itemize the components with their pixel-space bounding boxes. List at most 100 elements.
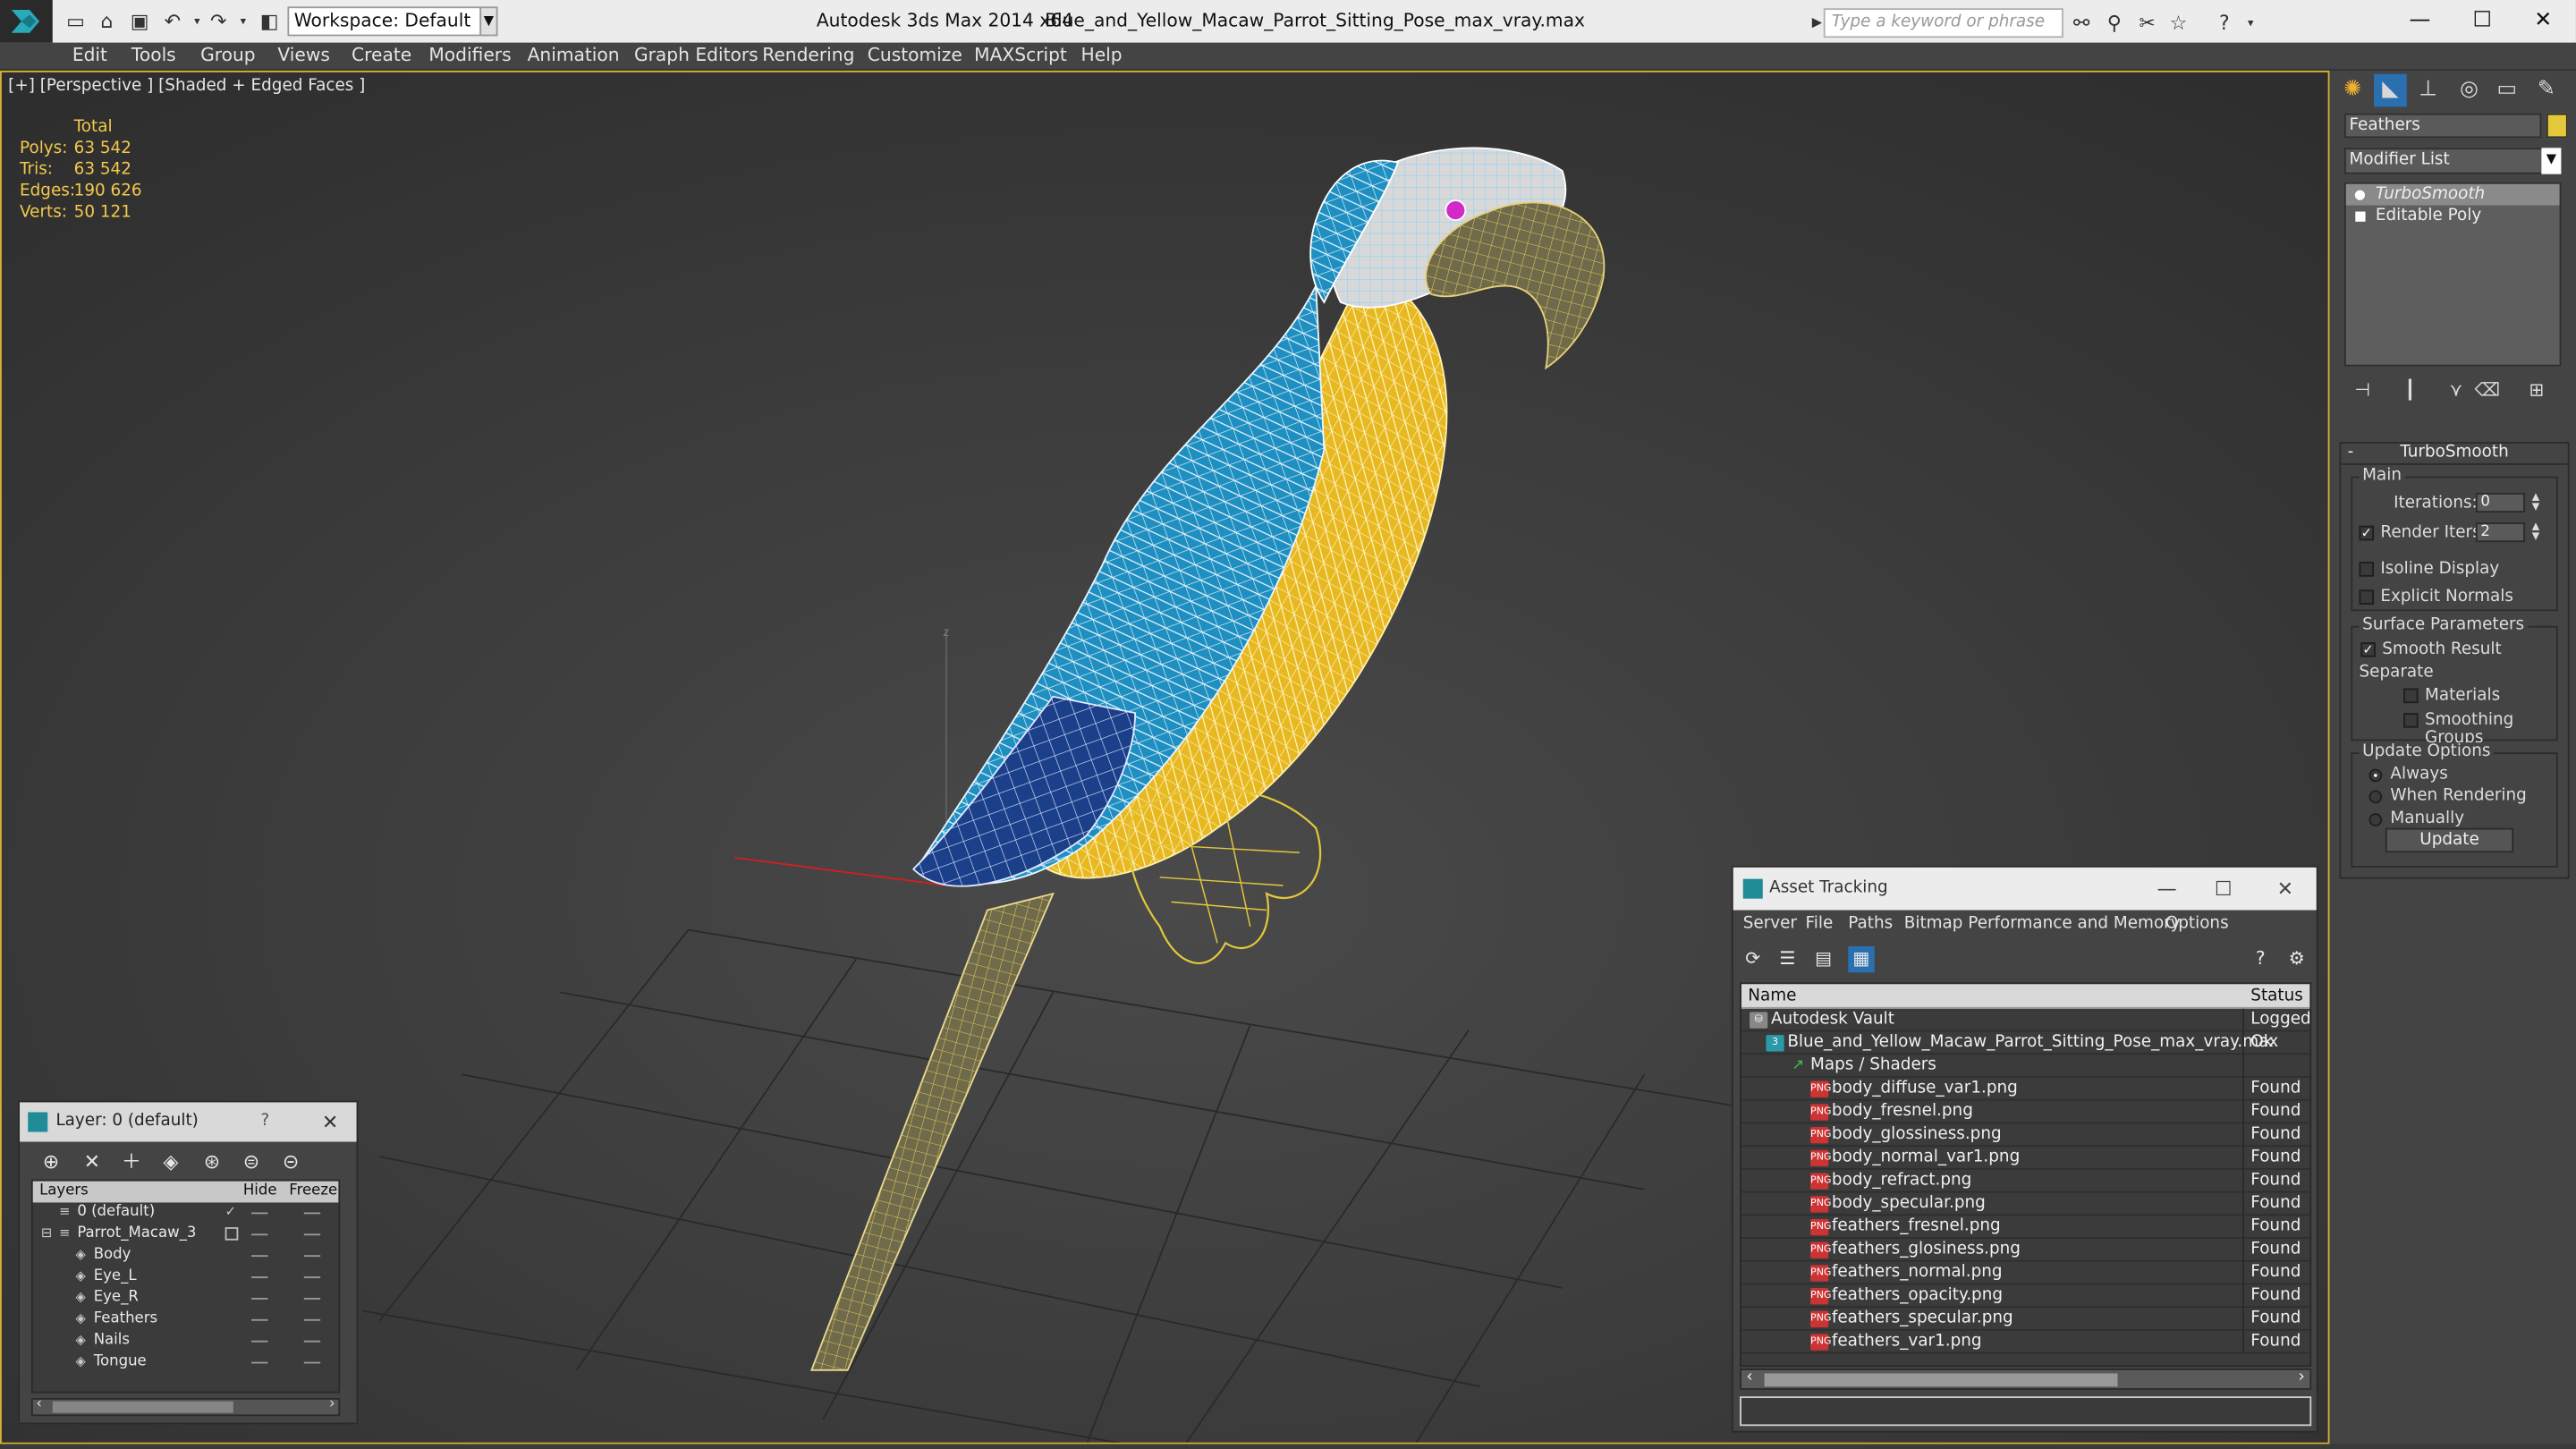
smooth-result-checkbox[interactable]: ✓: [2360, 642, 2376, 657]
display-tab-icon[interactable]: ▭: [2490, 74, 2523, 107]
menu-customize[interactable]: Customize: [868, 45, 962, 66]
maximize-button[interactable]: ☐: [2215, 868, 2233, 911]
hide-toggle[interactable]: [251, 1233, 268, 1236]
binoculars-icon[interactable]: ⚯: [2068, 8, 2094, 38]
menu-edit[interactable]: Edit: [72, 45, 107, 66]
layer-hscrollbar[interactable]: ‹ ›: [30, 1396, 341, 1417]
scroll-thumb[interactable]: [1764, 1373, 2118, 1387]
utilities-tab-icon[interactable]: ✎: [2530, 74, 2563, 107]
viewport-label[interactable]: [+] [Perspective ] [Shaded + Edged Faces…: [8, 77, 365, 95]
always-radio[interactable]: [2368, 768, 2383, 783]
hide-toggle[interactable]: [251, 1318, 268, 1321]
hide-toggle[interactable]: [251, 1361, 268, 1364]
set-active-box-icon[interactable]: [225, 1227, 239, 1241]
expand-icon[interactable]: ⊟: [41, 1226, 55, 1241]
freeze-toggle[interactable]: [303, 1340, 321, 1343]
layer-row[interactable]: ◈ Body: [33, 1245, 339, 1267]
hide-toggle[interactable]: [251, 1212, 268, 1215]
asset-window-titlebar[interactable]: Asset Tracking — ☐ ✕: [1733, 867, 2317, 911]
render-iters-checkbox[interactable]: ✓: [2359, 525, 2375, 541]
hide-all-icon[interactable]: ⊜: [238, 1148, 264, 1174]
list-view-icon[interactable]: ☰: [1775, 946, 1801, 972]
isoline-display-checkbox[interactable]: [2359, 562, 2375, 577]
freeze-toggle[interactable]: [303, 1318, 321, 1321]
asset-path-field[interactable]: [1740, 1396, 2312, 1427]
undo-icon[interactable]: ↶: [161, 10, 184, 33]
select-layer-icon[interactable]: ⊛: [199, 1148, 225, 1174]
show-end-result-icon[interactable]: ┃: [2397, 379, 2423, 402]
help-icon[interactable]: ?: [2248, 946, 2274, 972]
redo-dropdown-icon[interactable]: ▾: [232, 10, 255, 33]
asset-menu-file[interactable]: File: [1806, 915, 1834, 933]
layer-row[interactable]: ◈ Eye_R: [33, 1288, 339, 1309]
layer-window-titlebar[interactable]: Layer: 0 (default) ? ✕: [20, 1102, 357, 1142]
asset-hscrollbar[interactable]: ‹ ›: [1740, 1368, 2312, 1390]
freeze-toggle[interactable]: [303, 1233, 321, 1236]
active-layer-icon[interactable]: ✓: [225, 1205, 239, 1219]
create-layer-icon[interactable]: ⊕: [38, 1148, 64, 1174]
lightbulb-icon[interactable]: ●: [2354, 187, 2368, 202]
asset-menu-options[interactable]: Options: [2165, 915, 2229, 933]
asset-row[interactable]: PNG feathers_specular.png Found: [1741, 1308, 2310, 1331]
materials-checkbox[interactable]: [2403, 688, 2419, 704]
hide-toggle[interactable]: [251, 1255, 268, 1258]
asset-row[interactable]: PNG body_glossiness.png Found: [1741, 1123, 2310, 1148]
asset-menu-server[interactable]: Server: [1743, 915, 1797, 933]
motion-tab-icon[interactable]: ◎: [2453, 74, 2486, 107]
close-button[interactable]: ✕: [2277, 868, 2293, 911]
undo-dropdown-icon[interactable]: ▾: [186, 10, 209, 33]
freeze-toggle[interactable]: [303, 1297, 321, 1300]
chevron-down-icon[interactable]: ▼: [2541, 148, 2562, 174]
pin-stack-icon[interactable]: ⊣: [2349, 379, 2375, 402]
asset-menu-bitmap[interactable]: Bitmap Performance and Memory: [1904, 915, 2181, 933]
help-icon[interactable]: ?: [260, 1102, 269, 1141]
update-button[interactable]: Update: [2385, 827, 2514, 853]
asset-row[interactable]: 3 Blue_and_Yellow_Macaw_Parrot_Sitting_Po…: [1741, 1031, 2310, 1055]
asset-row[interactable]: PNG body_normal_var1.png Found: [1741, 1147, 2310, 1170]
scroll-thumb[interactable]: [52, 1401, 233, 1413]
redo-icon[interactable]: ↷: [207, 10, 230, 33]
menu-help[interactable]: Help: [1081, 45, 1123, 66]
menu-tools[interactable]: Tools: [131, 45, 176, 66]
minimize-button[interactable]: —: [2384, 4, 2456, 39]
manually-radio[interactable]: [2368, 813, 2383, 826]
chevron-down-icon[interactable]: ▼: [479, 6, 498, 37]
asset-row[interactable]: PNG feathers_opacity.png Found: [1741, 1284, 2310, 1309]
explicit-normals-checkbox[interactable]: [2359, 589, 2375, 605]
table-view-icon[interactable]: ▤: [1810, 946, 1836, 972]
layer-row[interactable]: ◈ Feathers: [33, 1309, 339, 1331]
asset-row[interactable]: PNG feathers_var1.png Found: [1741, 1330, 2310, 1354]
hide-toggle[interactable]: [251, 1340, 268, 1343]
scroll-right-icon[interactable]: ›: [2299, 1368, 2305, 1386]
close-button[interactable]: ✕: [2507, 4, 2576, 39]
modify-tab-icon[interactable]: ◣: [2374, 73, 2407, 107]
search-icon[interactable]: ⚲: [2101, 8, 2127, 38]
open-file-icon[interactable]: ⌂: [96, 10, 119, 33]
menu-maxscript[interactable]: MAXScript: [974, 45, 1067, 66]
new-file-icon[interactable]: ▭: [64, 10, 88, 33]
col-hide[interactable]: Hide: [243, 1182, 277, 1199]
make-unique-icon[interactable]: ⋎: [2443, 379, 2469, 402]
layer-row[interactable]: ≡ 0 (default) ✓: [33, 1202, 339, 1224]
layer-row[interactable]: ⊟ ≡ Parrot_Macaw_3: [33, 1224, 339, 1245]
menu-views[interactable]: Views: [277, 45, 329, 66]
menu-group[interactable]: Group: [200, 45, 256, 66]
asset-row[interactable]: PNG feathers_glosiness.png Found: [1741, 1238, 2310, 1262]
col-status[interactable]: Status: [2250, 987, 2303, 1005]
freeze-toggle[interactable]: [303, 1276, 321, 1278]
freeze-toggle[interactable]: [303, 1255, 321, 1258]
expand-plus-icon[interactable]: ■: [2354, 208, 2368, 224]
delete-layer-icon[interactable]: ✕: [79, 1148, 105, 1174]
configure-modifier-sets-icon[interactable]: ⊞: [2523, 379, 2549, 402]
layer-row[interactable]: ◈ Eye_L: [33, 1267, 339, 1288]
save-icon[interactable]: ▣: [128, 10, 151, 33]
refresh-icon[interactable]: ⟳: [1740, 946, 1766, 972]
remove-modifier-icon[interactable]: ⌫: [2474, 379, 2500, 402]
help-dropdown-icon[interactable]: ▾: [2238, 8, 2264, 38]
scroll-left-icon[interactable]: ‹: [36, 1396, 42, 1412]
spinner-arrows-icon[interactable]: ▲ ▼: [2530, 492, 2542, 513]
collapse-icon[interactable]: -: [2348, 444, 2354, 462]
scroll-right-icon[interactable]: ›: [329, 1396, 335, 1412]
asset-row[interactable]: PNG body_refract.png Found: [1741, 1169, 2310, 1193]
freeze-toggle[interactable]: [303, 1361, 321, 1364]
